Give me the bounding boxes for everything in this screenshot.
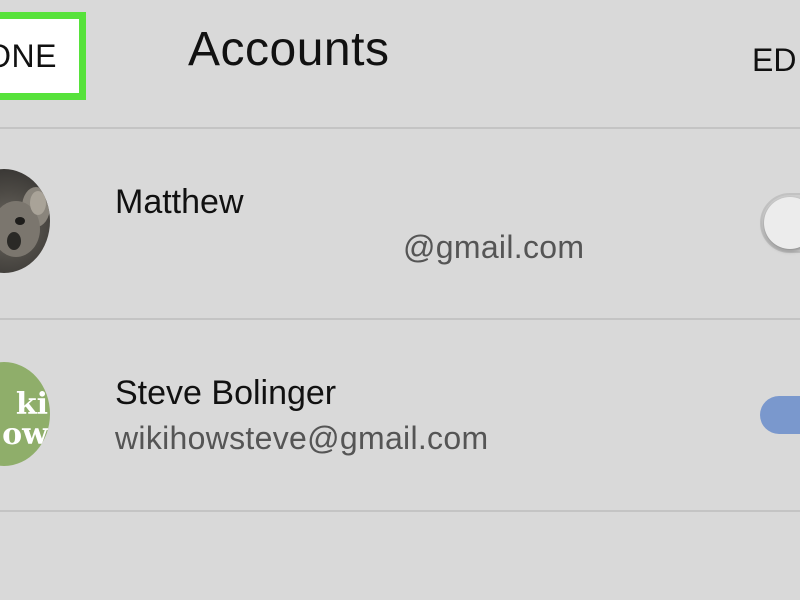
edit-button[interactable]: ED — [752, 42, 796, 79]
account-name: Matthew — [115, 183, 244, 221]
account-email: @gmail.com — [403, 229, 585, 265]
avatar-text-bottom: ow — [2, 417, 48, 452]
account-row-matthew[interactable]: Matthew @gmail.com — [0, 129, 800, 319]
row-divider — [0, 510, 800, 512]
account-email: wikihowsteve@gmail.com — [115, 420, 489, 456]
toggle-knob — [764, 197, 800, 249]
account-toggle[interactable] — [760, 396, 800, 434]
nav-header: ONE Accounts ED — [0, 0, 800, 128]
avatar-text-top: ki — [15, 387, 48, 422]
avatar: ki ow — [0, 362, 50, 466]
page-title: Accounts — [188, 23, 390, 76]
done-button[interactable]: ONE — [0, 12, 86, 100]
koala-avatar-image — [0, 187, 50, 257]
account-name: Steve Bolinger — [115, 374, 337, 412]
account-row-steve[interactable]: ki ow Steve Bolinger wikihowsteve@gmail.… — [0, 320, 800, 510]
account-toggle[interactable] — [760, 193, 800, 253]
avatar — [0, 169, 50, 273]
done-button-label: ONE — [0, 37, 57, 74]
accounts-screen: ONE Accounts ED Matthew @gmail.com ki ow — [0, 0, 800, 600]
